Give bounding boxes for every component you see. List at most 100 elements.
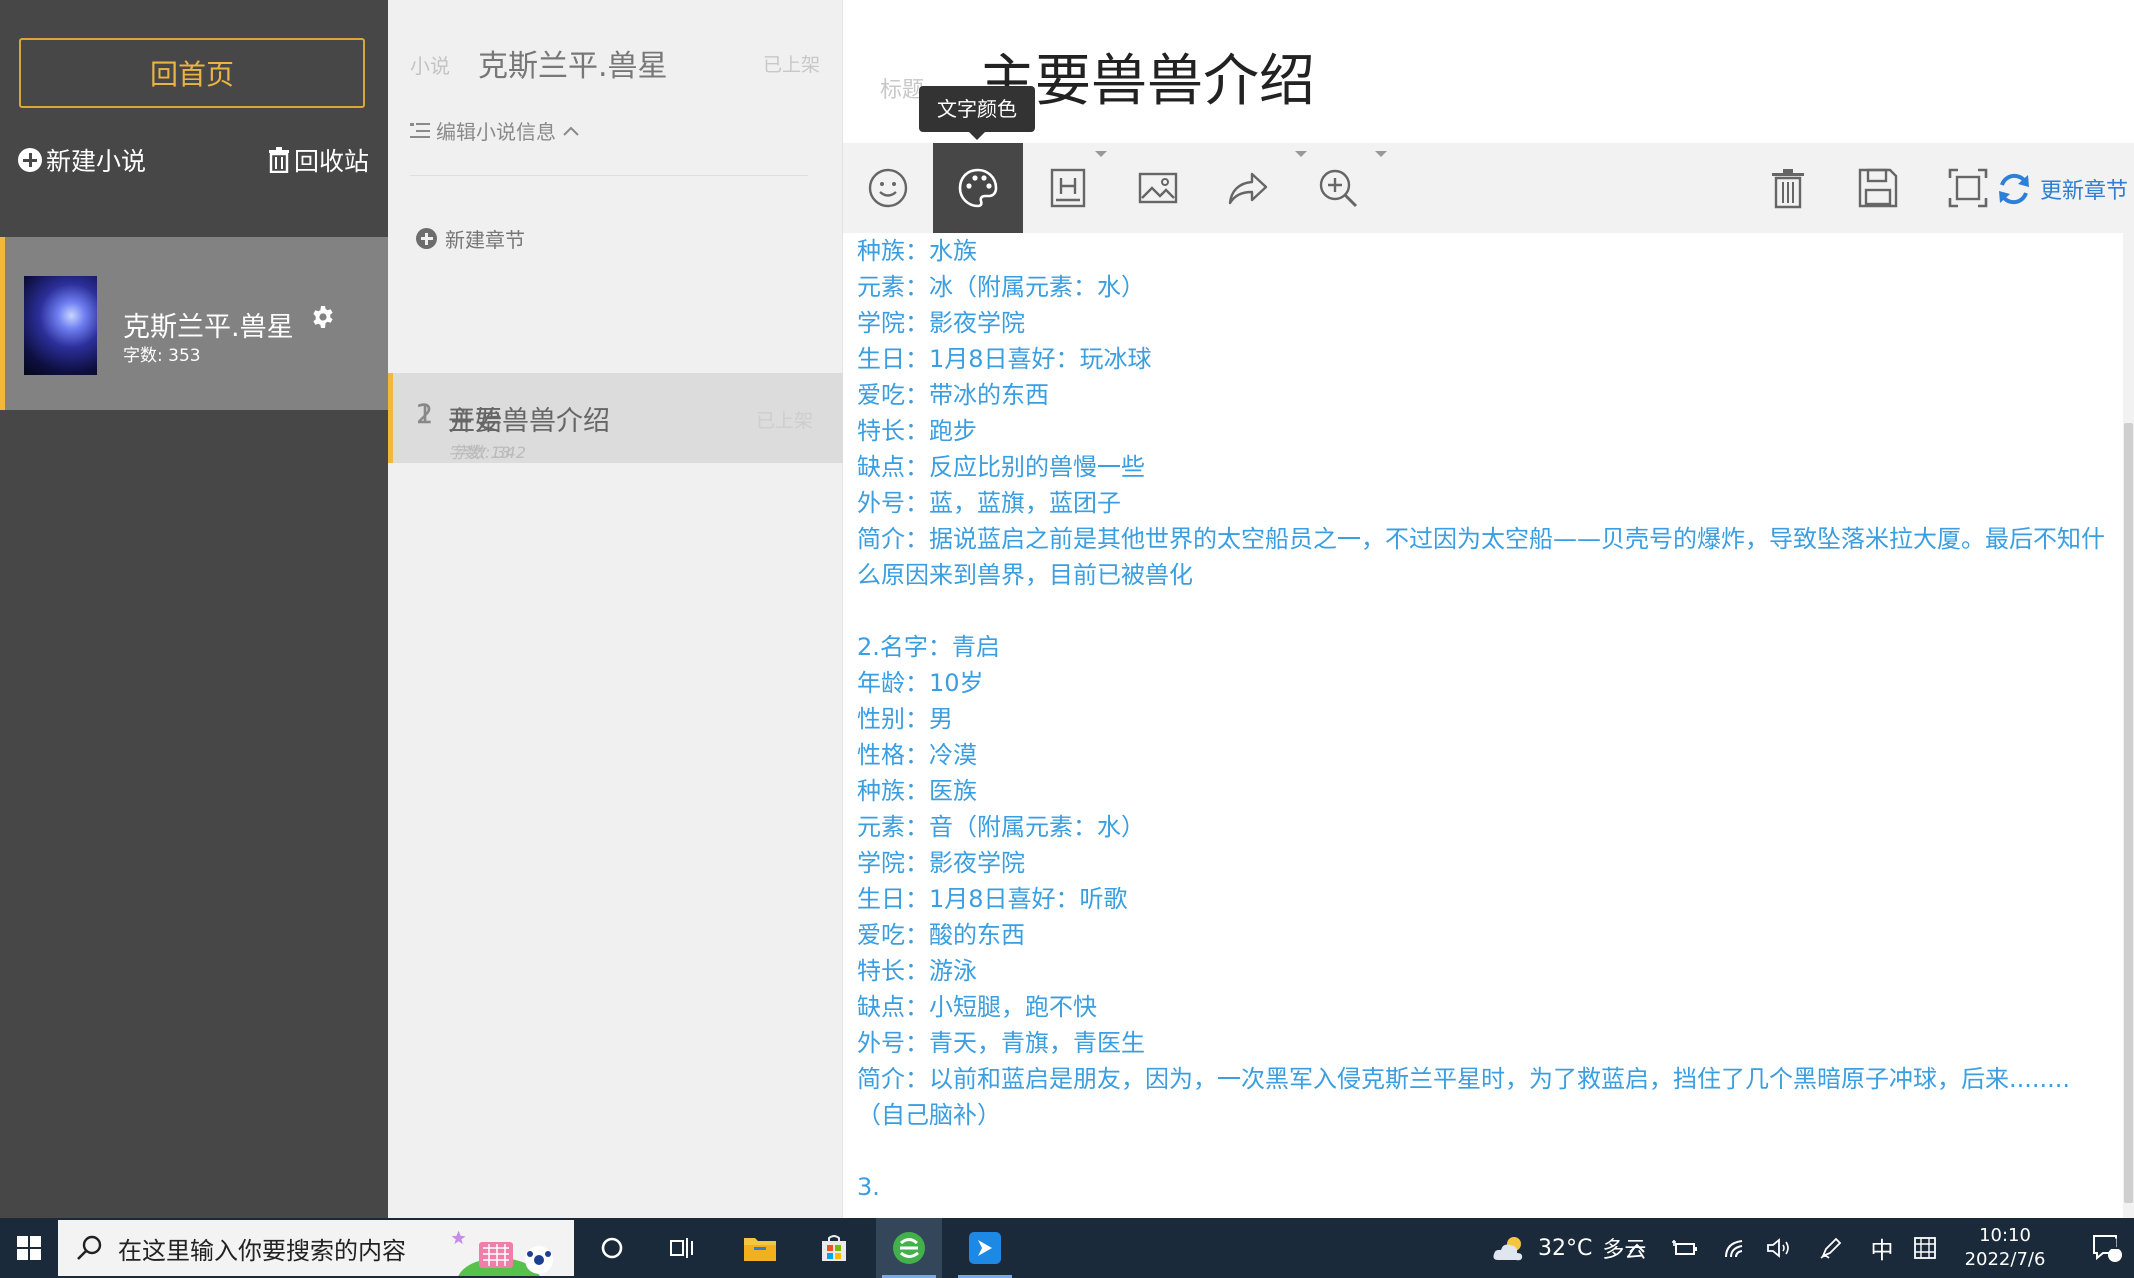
chevron-down-icon xyxy=(1375,151,1387,157)
delete-button[interactable] xyxy=(1743,143,1833,233)
trash-icon xyxy=(269,147,289,173)
browser-button[interactable] xyxy=(876,1218,942,1278)
edit-novel-info-button[interactable]: 编辑小说信息 xyxy=(410,116,580,145)
content-line: 学院：影夜学院 xyxy=(857,849,1025,877)
show-hidden-icons-button[interactable] xyxy=(1622,1218,1652,1278)
refresh-icon xyxy=(1998,173,2029,205)
input-method-indicator[interactable]: 中 xyxy=(1864,1218,1900,1278)
edit-novel-info-label: 编辑小说信息 xyxy=(436,120,556,144)
chapter-content-editor[interactable]: 种族：水族 元素：冰（附属元素：水） 学院：影夜学院 生日：1月8日喜好：玩冰球 爱吃：… xyxy=(843,233,2123,1218)
zoom-button[interactable] xyxy=(1293,143,1387,233)
feishu-app-button[interactable] xyxy=(952,1218,1018,1278)
microsoft-store-button[interactable] xyxy=(806,1218,862,1278)
battery-icon xyxy=(1672,1240,1697,1255)
content-line: 学院：影夜学院 xyxy=(857,309,1025,337)
temperature: 32°C xyxy=(1538,1235,1593,1261)
content-line: 缺点：反应比别的兽慢一些 xyxy=(857,453,1145,481)
chapter-number: 1 xyxy=(416,399,434,430)
network-tray[interactable] xyxy=(1718,1218,1752,1278)
zoom-in-icon xyxy=(1319,169,1358,208)
palette-icon xyxy=(958,168,998,208)
novel-list-item[interactable]: 克斯兰平.兽星 字数: 353 xyxy=(0,237,388,410)
windows-taskbar: 在这里输入你要搜索的内容 32°C 多云 中 10:10 2022/7/6 1 xyxy=(0,1218,2134,1278)
content-line: 外号：青天，青旗，青医生 xyxy=(857,1029,1145,1057)
new-chapter-button[interactable]: 新建章节 xyxy=(416,224,525,253)
grid-icon xyxy=(1914,1237,1936,1259)
ime-mode-tray[interactable] xyxy=(1908,1218,1942,1278)
content-line: 简介：以前和蓝启是朋友，因为，一次黑军入侵克斯兰平星时，为了救蓝启，挡住了几个黑… xyxy=(857,1065,2071,1093)
pen-icon xyxy=(1820,1237,1842,1259)
novel-word-count: 字数: 353 xyxy=(123,346,201,366)
content-line: 年龄：10岁 xyxy=(857,669,984,697)
content-line: 性别：男 xyxy=(857,705,953,733)
content-line: 2.名字：青启 xyxy=(857,633,1000,661)
content-line: 爱吃：酸的东西 xyxy=(857,921,1025,949)
content-line: 性格：冷漠 xyxy=(857,741,977,769)
share-arrow-icon xyxy=(1228,172,1268,205)
recycle-bin-button[interactable]: 回收站 xyxy=(268,142,369,178)
chapter-item[interactable]: 1 开始 已上架 字数: 13 xyxy=(388,373,843,463)
fullscreen-icon xyxy=(1948,168,1988,208)
chevron-down-icon xyxy=(1095,151,1107,157)
file-explorer-button[interactable] xyxy=(732,1218,788,1278)
taskbar-search-box[interactable]: 在这里输入你要搜索的内容 xyxy=(58,1220,574,1276)
content-line: 生日：1月8日喜好：玩冰球 xyxy=(857,345,1152,373)
task-view-icon xyxy=(670,1238,693,1258)
content-line: 生日：1月8日喜好：听歌 xyxy=(857,885,1128,913)
content-line: 么原因来到兽界，目前已被兽化 xyxy=(857,561,1193,589)
start-button[interactable] xyxy=(0,1218,58,1278)
add-icon xyxy=(18,148,42,172)
content-line xyxy=(857,593,2109,629)
store-icon xyxy=(822,1235,846,1261)
novel-label: 小说 xyxy=(410,54,450,78)
cortana-button[interactable] xyxy=(584,1218,640,1278)
emoji-button[interactable] xyxy=(843,143,933,233)
trash-icon xyxy=(1772,169,1804,209)
battery-tray[interactable] xyxy=(1668,1218,1702,1278)
windows-logo-icon xyxy=(17,1236,41,1260)
content-line: 特长：游泳 xyxy=(857,957,977,985)
clock-time: 10:10 xyxy=(1979,1225,2031,1246)
image-icon xyxy=(1138,172,1178,204)
insert-image-button[interactable] xyxy=(1113,143,1203,233)
browser-icon xyxy=(893,1232,925,1264)
task-view-button[interactable] xyxy=(654,1218,710,1278)
content-line: 外号：蓝，蓝旗，蓝团子 xyxy=(857,489,1121,517)
list-icon xyxy=(410,122,430,138)
content-line: 种族：水族 xyxy=(857,237,977,265)
title-label: 标题 xyxy=(880,78,925,103)
heading-icon xyxy=(1050,168,1086,208)
vertical-scrollbar[interactable] xyxy=(2123,233,2134,1218)
volume-tray[interactable] xyxy=(1762,1218,1796,1278)
new-chapter-label: 新建章节 xyxy=(445,228,525,252)
heading-button[interactable] xyxy=(1023,143,1113,233)
novel-title: 克斯兰平.兽星 xyxy=(478,49,668,84)
cortana-icon xyxy=(601,1237,623,1259)
save-button[interactable] xyxy=(1833,143,1923,233)
chapter-panel: 小说 克斯兰平.兽星 已上架 编辑小说信息 新建章节 2 主要兽兽介绍 已上架 … xyxy=(388,0,843,1218)
update-chapter-button[interactable]: 更新章节 xyxy=(1994,169,2128,209)
clock-date: 2022/7/6 xyxy=(1964,1249,2046,1270)
speaker-icon xyxy=(1767,1238,1789,1258)
update-chapter-label: 更新章节 xyxy=(2039,179,2128,204)
editor-toolbar: 更新章节 xyxy=(843,143,2134,233)
content-line: 简介：据说蓝启之前是其他世界的太空船员之一，不过因为太空船——贝壳号的爆炸，导致… xyxy=(857,525,2105,553)
system-clock[interactable]: 10:10 2022/7/6 xyxy=(1950,1218,2060,1278)
smiley-icon xyxy=(868,168,908,208)
new-novel-button[interactable]: 新建小说 xyxy=(18,142,146,178)
share-button[interactable] xyxy=(1203,143,1307,233)
notification-center-button[interactable]: 1 xyxy=(2080,1218,2134,1278)
folder-icon xyxy=(744,1238,776,1261)
content-line: 元素：冰（附属元素：水） xyxy=(857,273,1145,301)
chevron-up-icon xyxy=(1629,1243,1645,1253)
home-button[interactable]: 回首页 xyxy=(19,38,365,108)
add-icon xyxy=(416,228,437,249)
chapter-title: 开始 xyxy=(448,406,502,437)
text-color-button[interactable] xyxy=(933,143,1023,233)
chapter-word-count: 字数: 13 xyxy=(448,443,511,462)
content-line: 特长：跑步 xyxy=(857,417,977,445)
scrollbar-thumb[interactable] xyxy=(2124,423,2133,1203)
gear-icon[interactable] xyxy=(311,305,335,329)
pen-tray[interactable] xyxy=(1814,1218,1848,1278)
search-placeholder: 在这里输入你要搜索的内容 xyxy=(118,1236,406,1265)
